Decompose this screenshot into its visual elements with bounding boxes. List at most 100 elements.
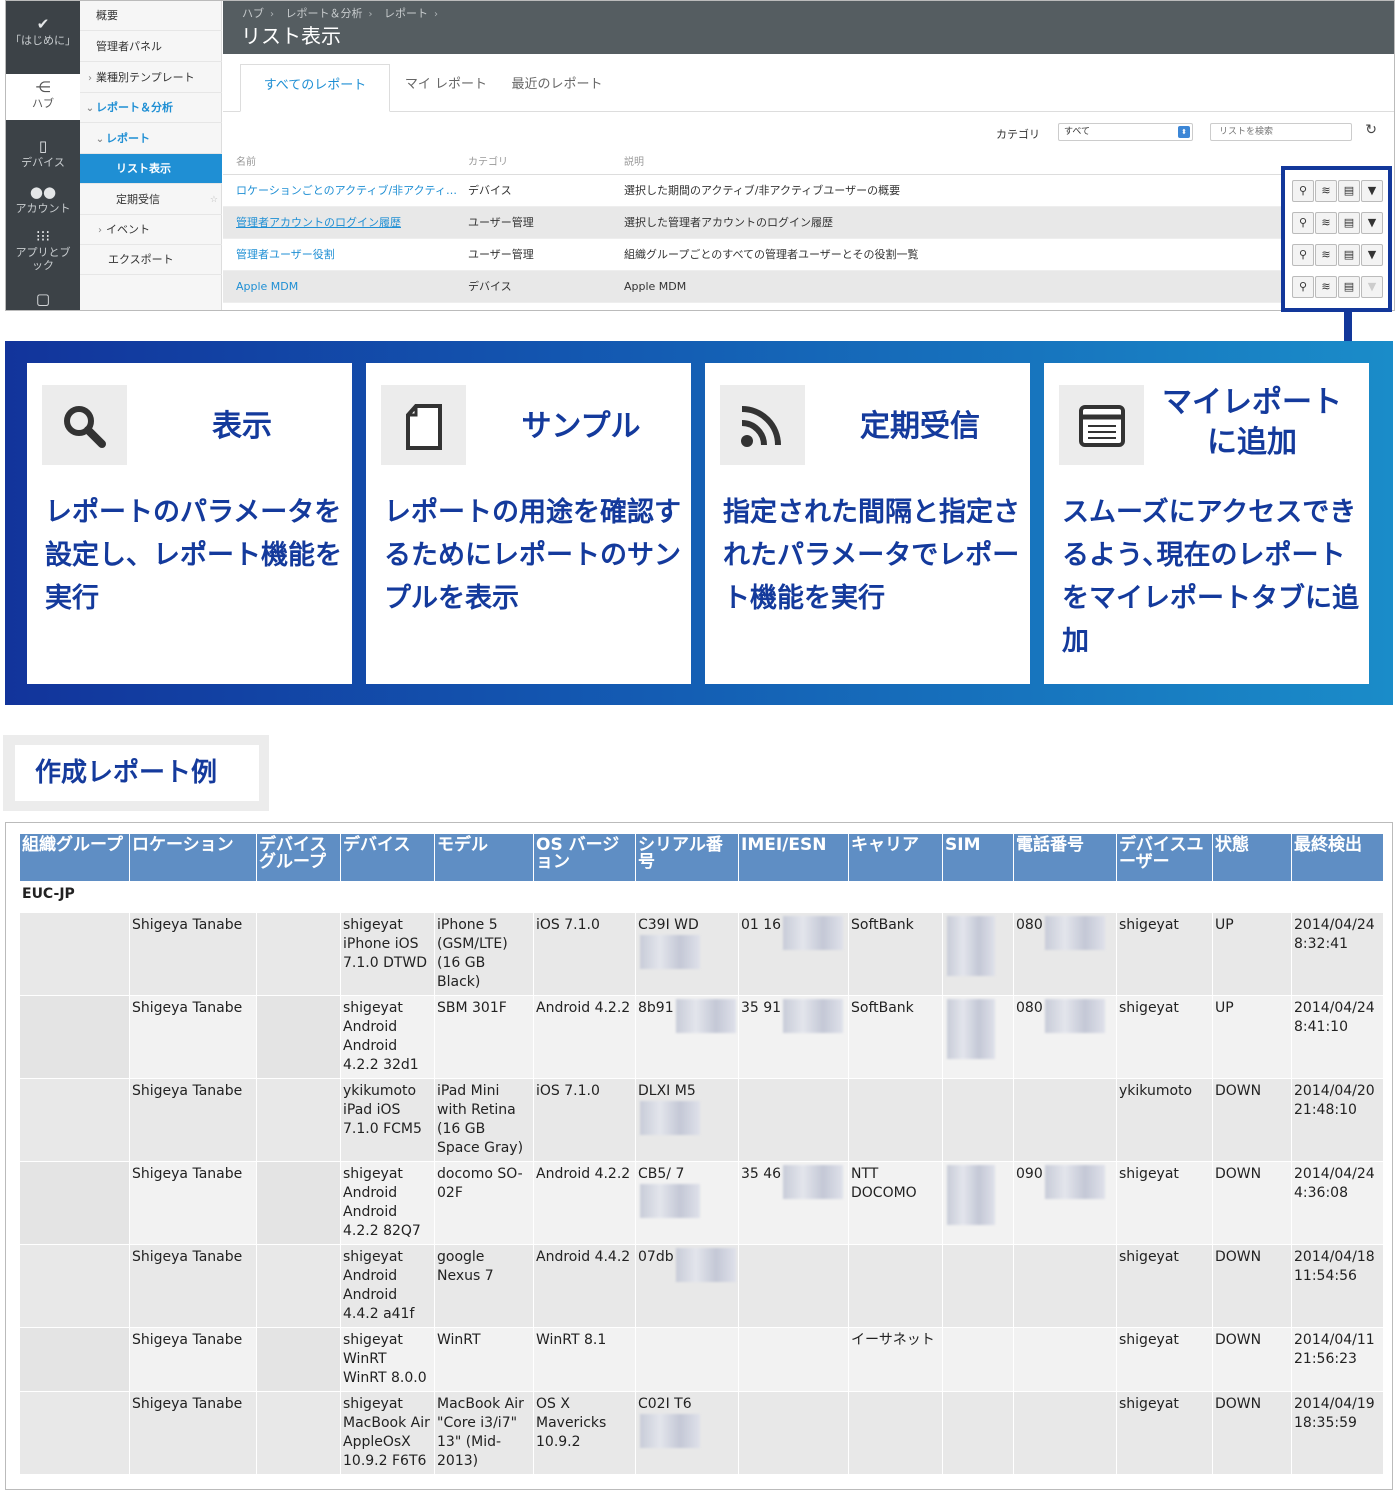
sidebar-item-list-view[interactable]: リスト表示 [80, 154, 222, 184]
nav-accounts[interactable]: ●● アカウント [6, 183, 80, 215]
cell-user: ykikumoto [1116, 1078, 1213, 1162]
sidebar-item-reports[interactable]: ⌄ レポート [80, 124, 222, 154]
rss-icon[interactable]: ≋ [1315, 276, 1337, 298]
apps-grid-icon: ⁝⁝⁝ [35, 227, 51, 245]
check-icon: ✔ [36, 15, 50, 33]
cell-blank [19, 1327, 130, 1392]
cell-phone [1013, 1391, 1117, 1475]
sidebar-item-templates[interactable]: › 業種別テンプレート [80, 63, 222, 93]
cell-serial: CB5/ 7 [635, 1161, 739, 1245]
cell-carrier: SoftBank [848, 995, 943, 1079]
report-row: Apple MDM デバイス Apple MDM [223, 271, 1386, 303]
cell-os: iOS 7.1.0 [533, 912, 636, 996]
dropdown-arrow-icon[interactable]: ▼ [1361, 212, 1383, 234]
cell-user: shigeyat [1116, 1391, 1213, 1475]
category-select[interactable]: すべて ⬍ [1058, 123, 1193, 141]
status-text: DOWN [1215, 1249, 1262, 1265]
report-name-link[interactable]: Apple MDM [236, 271, 461, 303]
star-icon[interactable]: ☆ [210, 185, 218, 215]
sidebar-item-export[interactable]: エクスポート [80, 245, 222, 275]
report-list-header: 名前 カテゴリ 説明 [223, 153, 1386, 175]
search-icon[interactable]: ⚲ [1292, 212, 1314, 234]
model-text: MacBook Air "Core i3/i7" 13" (Mid-2013) [437, 1396, 524, 1469]
row-actions: ⚲ ≋ ▤ ▼ [1292, 276, 1383, 302]
cell-location: Shigeya Tanabe [129, 995, 257, 1079]
search-icon[interactable]: ⚲ [1292, 276, 1314, 298]
example-label-box: 作成レポート例 [3, 735, 269, 811]
device-text: shigeyat Android Android 4.4.2 a41f [343, 1249, 415, 1322]
redaction-blur [783, 1165, 844, 1199]
sidebar-item-scheduled[interactable]: 定期受信 ☆ [80, 185, 222, 215]
redaction-blur [640, 1101, 700, 1135]
redaction-blur [947, 1165, 995, 1225]
rss-icon[interactable]: ≋ [1315, 212, 1337, 234]
redaction-blur [640, 935, 700, 969]
redaction-blur [947, 916, 995, 976]
report-row: 管理者アカウントのログイン履歴 ユーザー管理 選択した管理者アカウントのログイン… [223, 207, 1386, 239]
sidebar-item-events[interactable]: › イベント [80, 215, 222, 245]
list-icon[interactable]: ▤ [1338, 276, 1360, 298]
nav-apps-books[interactable]: ⁝⁝⁝ アプリとブック [6, 227, 80, 272]
location-text: Shigeya Tanabe [132, 1249, 243, 1265]
chevron-down-icon: ⌄ [85, 103, 95, 114]
hub-icon: ⋲ [35, 78, 51, 96]
dropdown-arrow-icon[interactable]: ▼ [1361, 180, 1383, 202]
report-name-link[interactable]: 管理者アカウントのログイン履歴 [236, 207, 461, 239]
table-row: Shigeya Tanabe shigeyat iPhone iOS 7.1.0 … [19, 912, 1384, 996]
list-icon[interactable]: ▤ [1338, 180, 1360, 202]
imei-text: 35 46 [741, 1166, 782, 1182]
cell-phone [1013, 1244, 1117, 1328]
nav-getting-started[interactable]: ✔ 「はじめに」 [6, 15, 80, 47]
nav-devices[interactable]: ▯ デバイス [6, 137, 80, 169]
cell-imei [738, 1078, 849, 1162]
tab-my-reports[interactable]: マイ レポート [395, 64, 497, 112]
callout-connector [1344, 311, 1352, 343]
feature-title: サンプル [521, 409, 641, 444]
status-text: DOWN [1215, 1396, 1262, 1412]
os-text: Android 4.2.2 [536, 1000, 631, 1016]
cell-device: shigeyat WinRT WinRT 8.0.0 [340, 1327, 435, 1392]
tab-recent-reports[interactable]: 最近のレポート [503, 64, 611, 112]
serial-text: 8b91 [638, 1000, 674, 1016]
search-input[interactable] [1210, 123, 1352, 141]
cell-location: Shigeya Tanabe [129, 1161, 257, 1245]
redaction-blur [640, 1414, 700, 1448]
report-name-link[interactable]: ロケーションごとのアクティブ/非アクティ… [236, 175, 461, 207]
breadcrumb-reports-analytics[interactable]: レポート＆分析 [286, 7, 363, 20]
user-text: shigeyat [1119, 1332, 1179, 1348]
cell-blank [19, 1078, 130, 1162]
sidebar-item-reports-analytics[interactable]: ⌄ レポート＆分析 [80, 93, 222, 123]
list-icon[interactable]: ▤ [1338, 244, 1360, 266]
feature-description: スムーズにアクセスできるよう､現在のレポートをマイレポートタブに追加 [1062, 497, 1359, 657]
list-icon[interactable]: ▤ [1338, 212, 1360, 234]
breadcrumb-hub[interactable]: ハブ [242, 7, 264, 20]
table-row: Shigeya Tanabe shigeyat Android Android 4… [19, 1244, 1384, 1328]
report-name-link[interactable]: 管理者ユーザー役割 [236, 239, 461, 271]
breadcrumb-reports[interactable]: レポート [384, 7, 428, 20]
rss-icon[interactable]: ≋ [1315, 244, 1337, 266]
nav-hub[interactable]: ⋲ ハブ [6, 74, 80, 120]
carrier-text: NTT DOCOMO [851, 1166, 917, 1201]
cell-device: shigeyat Android Android 4.2.2 82Q7 [340, 1161, 435, 1245]
sidebar-item-overview[interactable]: 概要 [80, 1, 222, 31]
cell-last_seen: 2014/04/24 4:36:08 [1291, 1161, 1384, 1245]
search-icon[interactable]: ⚲ [1292, 244, 1314, 266]
rss-icon[interactable]: ≋ [1315, 180, 1337, 202]
nav-content[interactable]: ▢ [6, 290, 80, 309]
refresh-icon[interactable]: ↻ [1365, 122, 1377, 138]
chevron-right-icon: › [98, 225, 102, 236]
sidebar-item-admin-panel[interactable]: 管理者パネル [80, 32, 222, 62]
os-text: iOS 7.1.0 [536, 1083, 600, 1099]
dropdown-arrow-icon[interactable]: ▼ [1361, 244, 1383, 266]
chevron-right-icon: › [88, 73, 92, 84]
main-content: ハブ › レポート＆分析 › レポート › リスト表示 すべてのレポート マイ レポー… [223, 1, 1394, 310]
model-text: docomo SO-02F [437, 1166, 523, 1201]
tab-all-reports[interactable]: すべてのレポート [240, 64, 390, 112]
last_seen-text: 2014/04/24 4:36:08 [1294, 1166, 1375, 1201]
redaction-blur [1044, 999, 1105, 1033]
imei-text: 01 16 [741, 917, 782, 933]
carrier-text: SoftBank [851, 917, 914, 933]
search-icon[interactable]: ⚲ [1292, 180, 1314, 202]
cell-device: ykikumoto iPad iOS 7.1.0 FCM5 [340, 1078, 435, 1162]
table-row: Shigeya Tanabe shigeyat Android Android 4… [19, 995, 1384, 1079]
